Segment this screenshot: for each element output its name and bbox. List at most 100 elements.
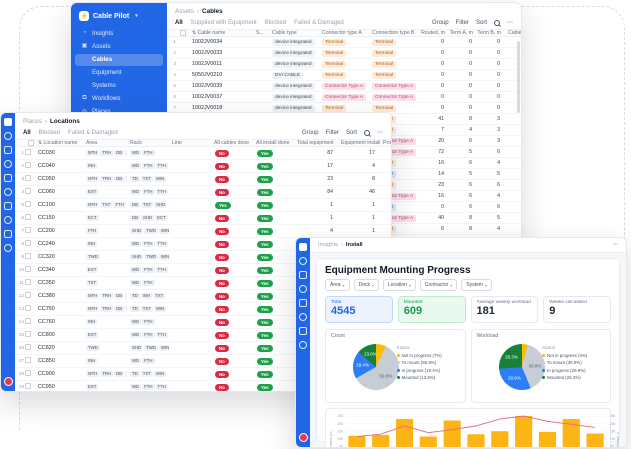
column-header[interactable]: All cables done [211, 140, 253, 146]
toolbar-group-button[interactable]: Group [432, 20, 449, 26]
toolbar-filter-button[interactable]: Filter [456, 20, 469, 26]
workflows-icon[interactable] [4, 174, 12, 182]
row-checkbox[interactable] [25, 149, 35, 157]
row-checkbox[interactable] [25, 253, 35, 261]
row-checkbox[interactable] [25, 331, 35, 339]
routing-icon[interactable] [299, 313, 307, 321]
table-row[interactable]: 61002JV0037device integratedConnector Ty… [167, 92, 521, 103]
toolbar-sort-button[interactable]: Sort [476, 20, 487, 26]
column-header[interactable]: Connection type B [369, 30, 419, 36]
places-icon[interactable] [299, 299, 307, 307]
breadcrumb-item[interactable]: Places [23, 118, 42, 125]
column-header[interactable]: Area [83, 140, 127, 146]
sidebar-item-workflows[interactable]: ⧉Workflows [75, 93, 163, 105]
row-checkbox[interactable] [25, 227, 35, 235]
table-row[interactable]: 2CC040INHWDFTHTTHNoYes174 [15, 160, 391, 173]
more-options-icon[interactable]: ⋯ [612, 242, 618, 248]
toolbar-filter-button[interactable]: Filter [326, 130, 339, 136]
breadcrumb-item[interactable]: Assets [175, 8, 194, 15]
row-checkbox[interactable] [25, 240, 35, 248]
bar-week-22[interactable] [372, 435, 389, 448]
select-all-checkbox[interactable] [25, 140, 35, 146]
bar-week-31[interactable] [587, 433, 604, 448]
table-row[interactable]: 4CC060EXTWDFTHTTHNoYes8446 [15, 186, 391, 199]
column-header[interactable]: Equipment installed [338, 140, 380, 146]
column-header[interactable]: Provisioned [380, 140, 391, 146]
row-checkbox[interactable] [25, 162, 35, 170]
column-header[interactable]: Term A, m [449, 30, 477, 36]
insights-icon[interactable] [299, 257, 307, 265]
tab-failed-damaged[interactable]: Failed & Damaged [294, 20, 344, 26]
row-checkbox[interactable] [25, 188, 35, 196]
bar-week-25[interactable] [444, 420, 461, 448]
tab-all[interactable]: All [23, 130, 31, 136]
row-checkbox[interactable] [25, 357, 35, 365]
table-row[interactable]: 5CC100MTHTXTFTHDBDBTXTSHDYesYes11 [15, 199, 391, 212]
table-row[interactable]: 31002JV0011device integratedTerminalTerm… [167, 59, 521, 70]
tab-blocked[interactable]: Blocked [39, 130, 60, 136]
sidebar-item-cables[interactable]: Cables [75, 54, 163, 66]
bar-week-26[interactable] [467, 434, 484, 448]
table-row[interactable]: 3CC050MTHTRHDBFTHTDTXTWINNoYes238 [15, 173, 391, 186]
row-checkbox[interactable] [25, 318, 35, 326]
row-checkbox[interactable] [25, 292, 35, 300]
row-checkbox[interactable] [25, 370, 35, 378]
settings-icon[interactable] [4, 244, 12, 252]
breadcrumb-item[interactable]: Install [346, 242, 363, 248]
catalogs-icon[interactable] [299, 327, 307, 335]
tab-all[interactable]: All [175, 20, 183, 26]
toolbar-group-button[interactable]: Group [302, 130, 319, 136]
tab-supplied-with-equipment[interactable]: Supplied with Equipment [191, 20, 257, 26]
filter-location[interactable]: Location▾ [383, 279, 416, 291]
logo-icon[interactable] [299, 243, 307, 251]
notification-badge[interactable] [4, 377, 13, 386]
table-row[interactable]: 1CC030MTHTRHDBFTHWDFTHNoYes8717 [15, 147, 391, 160]
column-header[interactable]: ⇅Location name [35, 140, 83, 146]
insights-icon[interactable] [4, 146, 12, 154]
bar-week-27[interactable] [491, 431, 508, 448]
table-row[interactable]: 11002JV0034device integratedTerminalTerm… [167, 37, 521, 48]
breadcrumb-item[interactable]: Locations [50, 118, 80, 125]
row-checkbox[interactable] [25, 383, 35, 391]
logo-icon[interactable] [4, 118, 12, 126]
breadcrumb-item[interactable]: Insights [318, 242, 338, 248]
bar-week-21[interactable] [348, 435, 365, 448]
sidebar-item-equipment[interactable]: Equipment [75, 67, 163, 79]
column-header[interactable]: Routed, m [419, 30, 449, 36]
row-checkbox[interactable] [25, 279, 35, 287]
column-header[interactable]: Term B, m [477, 30, 505, 36]
row-checkbox[interactable] [25, 305, 35, 313]
tab-blocked[interactable]: Blocked [265, 20, 286, 26]
routing-icon[interactable] [4, 202, 12, 210]
column-header[interactable]: Cable type [269, 30, 319, 36]
row-checkbox[interactable] [25, 344, 35, 352]
vertical-scrollbar[interactable] [517, 41, 520, 113]
table-row[interactable]: 45050JV0210DVI CABLETerminalTerminal000 [167, 70, 521, 81]
sidebar-item-insights[interactable]: ◔Insights [75, 28, 163, 40]
column-header[interactable]: Total equipment [294, 140, 338, 146]
select-all-checkbox[interactable] [177, 30, 189, 36]
table-row[interactable]: 21002JV0033device integratedTerminalTerm… [167, 48, 521, 59]
toolbar-sort-button[interactable]: Sort [346, 130, 357, 136]
app-logo[interactable]: ⚡ Cable Pilot ▾ [71, 8, 167, 27]
bar-week-29[interactable] [539, 432, 556, 448]
filter-area[interactable]: Area▾ [325, 279, 350, 291]
filter-deck[interactable]: Deck▾ [354, 279, 379, 291]
column-header[interactable]: Cable end to [505, 30, 521, 36]
places-icon[interactable] [4, 188, 12, 196]
bar-week-23[interactable] [396, 419, 413, 448]
search-icon[interactable] [494, 20, 500, 26]
tab-failed-damaged[interactable]: Failed & Damaged [68, 130, 118, 136]
table-row[interactable]: 6CC150ECTDBSHDECTNoYes11 [15, 212, 391, 225]
column-header[interactable]: S... [253, 30, 269, 36]
row-checkbox[interactable] [25, 201, 35, 209]
catalogs-icon[interactable] [4, 216, 12, 224]
search-icon[interactable] [4, 132, 12, 140]
more-options-icon[interactable]: ⋯ [507, 19, 513, 26]
users-icon[interactable] [4, 230, 12, 238]
column-header[interactable]: Rack [127, 140, 169, 146]
table-row[interactable]: 51002JV0039device integratedConnector Ty… [167, 81, 521, 92]
assets-icon[interactable] [299, 271, 307, 279]
row-checkbox[interactable] [25, 266, 35, 274]
breadcrumb-item[interactable]: Cables [202, 8, 223, 15]
